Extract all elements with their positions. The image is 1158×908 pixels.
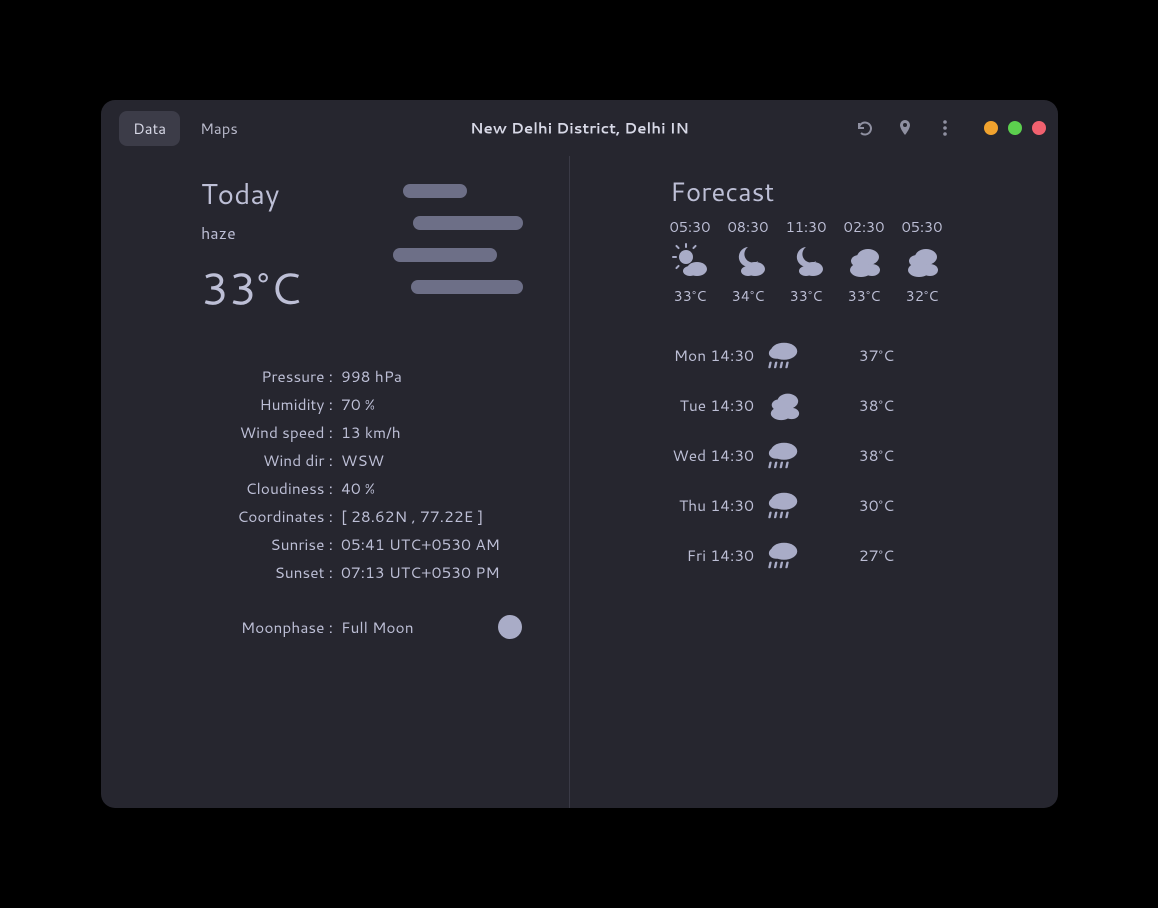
windspeed-value: 13 km/h xyxy=(341,421,529,443)
sunset-label: Sunset : xyxy=(201,561,333,583)
moonphase-value: Full Moon xyxy=(341,616,414,638)
today-condition: haze xyxy=(201,222,301,245)
hourly-temp: 33°C xyxy=(848,285,881,306)
hourly-temp: 32°C xyxy=(906,285,939,306)
sunset-value: 07:13 UTC+0530 PM xyxy=(341,561,529,583)
pressure-label: Pressure : xyxy=(201,365,333,387)
daily-day: Tue 14:30 xyxy=(670,394,754,416)
today-details: Pressure : 998 hPa Humidity : 70 % Wind … xyxy=(201,365,529,583)
daily-forecast: Mon 14:30 37°C Tue 14:30 38°C Wed 14:30 … xyxy=(670,338,998,572)
daily-temp: 37°C xyxy=(814,344,894,366)
daily-item: Wed 14:30 38°C xyxy=(670,438,998,472)
coords-value: [ 28.62N , 77.22E ] xyxy=(341,505,529,527)
sunrise-label: Sunrise : xyxy=(201,533,333,555)
hourly-temp: 34°C xyxy=(732,285,765,306)
today-temperature: 33°C xyxy=(201,257,301,319)
clouds-icon xyxy=(904,243,940,279)
moonphase-label: Moonphase : xyxy=(201,616,333,638)
rain-icon xyxy=(754,538,814,572)
hourly-time: 05:30 xyxy=(902,216,943,237)
location-title: New Delhi District, Delhi IN xyxy=(470,118,689,139)
today-pane: Today haze 33°C Pressure : 998 hPa Humid… xyxy=(101,156,570,808)
hourly-time: 11:30 xyxy=(786,216,827,237)
full-moon-icon xyxy=(498,615,522,639)
rain-icon xyxy=(754,338,814,372)
window-minimize[interactable] xyxy=(984,121,998,135)
hourly-item: 11:30 33°C xyxy=(786,216,826,306)
hourly-forecast: 05:30 33°C 08:30 34°C 11:30 33°C 02:30 xyxy=(670,216,998,306)
today-title: Today xyxy=(201,174,301,214)
hourly-time: 05:30 xyxy=(670,216,711,237)
tab-maps[interactable]: Maps xyxy=(186,111,252,146)
windspeed-label: Wind speed : xyxy=(201,421,333,443)
daily-temp: 30°C xyxy=(814,494,894,516)
hourly-temp: 33°C xyxy=(790,285,823,306)
winddir-label: Wind dir : xyxy=(201,449,333,471)
daily-day: Mon 14:30 xyxy=(670,344,754,366)
content-area: Today haze 33°C Pressure : 998 hPa Humid… xyxy=(101,156,1058,808)
hourly-time: 08:30 xyxy=(728,216,769,237)
tab-switcher: Data Maps xyxy=(119,111,252,146)
moonphase-row: Moonphase : Full Moon xyxy=(201,615,529,639)
hourly-item: 02:30 33°C xyxy=(844,216,884,306)
window-controls xyxy=(984,121,1046,135)
daily-day: Fri 14:30 xyxy=(670,544,754,566)
menu-icon[interactable] xyxy=(936,119,954,137)
hourly-time: 02:30 xyxy=(844,216,885,237)
forecast-pane: Forecast 05:30 33°C 08:30 34°C 11:30 33°… xyxy=(570,156,1058,808)
hourly-temp: 33°C xyxy=(674,285,707,306)
rain-icon xyxy=(754,438,814,472)
daily-day: Thu 14:30 xyxy=(670,494,754,516)
rain-icon xyxy=(754,488,814,522)
pressure-value: 998 hPa xyxy=(341,365,529,387)
clouds-icon xyxy=(754,388,814,422)
titlebar-actions xyxy=(856,119,1046,137)
daily-temp: 38°C xyxy=(814,444,894,466)
weather-window: Data Maps New Delhi District, Delhi IN xyxy=(101,100,1058,808)
sunrise-value: 05:41 UTC+0530 AM xyxy=(341,533,529,555)
clouds-icon xyxy=(846,243,882,279)
coords-label: Coordinates : xyxy=(201,505,333,527)
moon-cloud-icon xyxy=(730,243,766,279)
hourly-item: 08:30 34°C xyxy=(728,216,768,306)
cloudiness-label: Cloudiness : xyxy=(201,477,333,499)
location-pin-icon[interactable] xyxy=(896,119,914,137)
tab-data[interactable]: Data xyxy=(119,111,180,146)
humidity-label: Humidity : xyxy=(201,393,333,415)
daily-item: Mon 14:30 37°C xyxy=(670,338,998,372)
daily-item: Fri 14:30 27°C xyxy=(670,538,998,572)
window-maximize[interactable] xyxy=(1008,121,1022,135)
daily-day: Wed 14:30 xyxy=(670,444,754,466)
humidity-value: 70 % xyxy=(341,393,529,415)
winddir-value: WSW xyxy=(341,449,529,471)
cloudiness-value: 40 % xyxy=(341,477,529,499)
forecast-title: Forecast xyxy=(670,174,998,210)
hourly-item: 05:30 32°C xyxy=(902,216,942,306)
daily-temp: 38°C xyxy=(814,394,894,416)
hourly-item: 05:30 33°C xyxy=(670,216,710,306)
sun-cloud-icon xyxy=(672,243,708,279)
daily-item: Thu 14:30 30°C xyxy=(670,488,998,522)
window-close[interactable] xyxy=(1032,121,1046,135)
titlebar: Data Maps New Delhi District, Delhi IN xyxy=(101,100,1058,156)
daily-item: Tue 14:30 38°C xyxy=(670,388,998,422)
refresh-icon[interactable] xyxy=(856,119,874,137)
haze-icon xyxy=(399,180,529,290)
moon-cloud-icon xyxy=(788,243,824,279)
daily-temp: 27°C xyxy=(814,544,894,566)
